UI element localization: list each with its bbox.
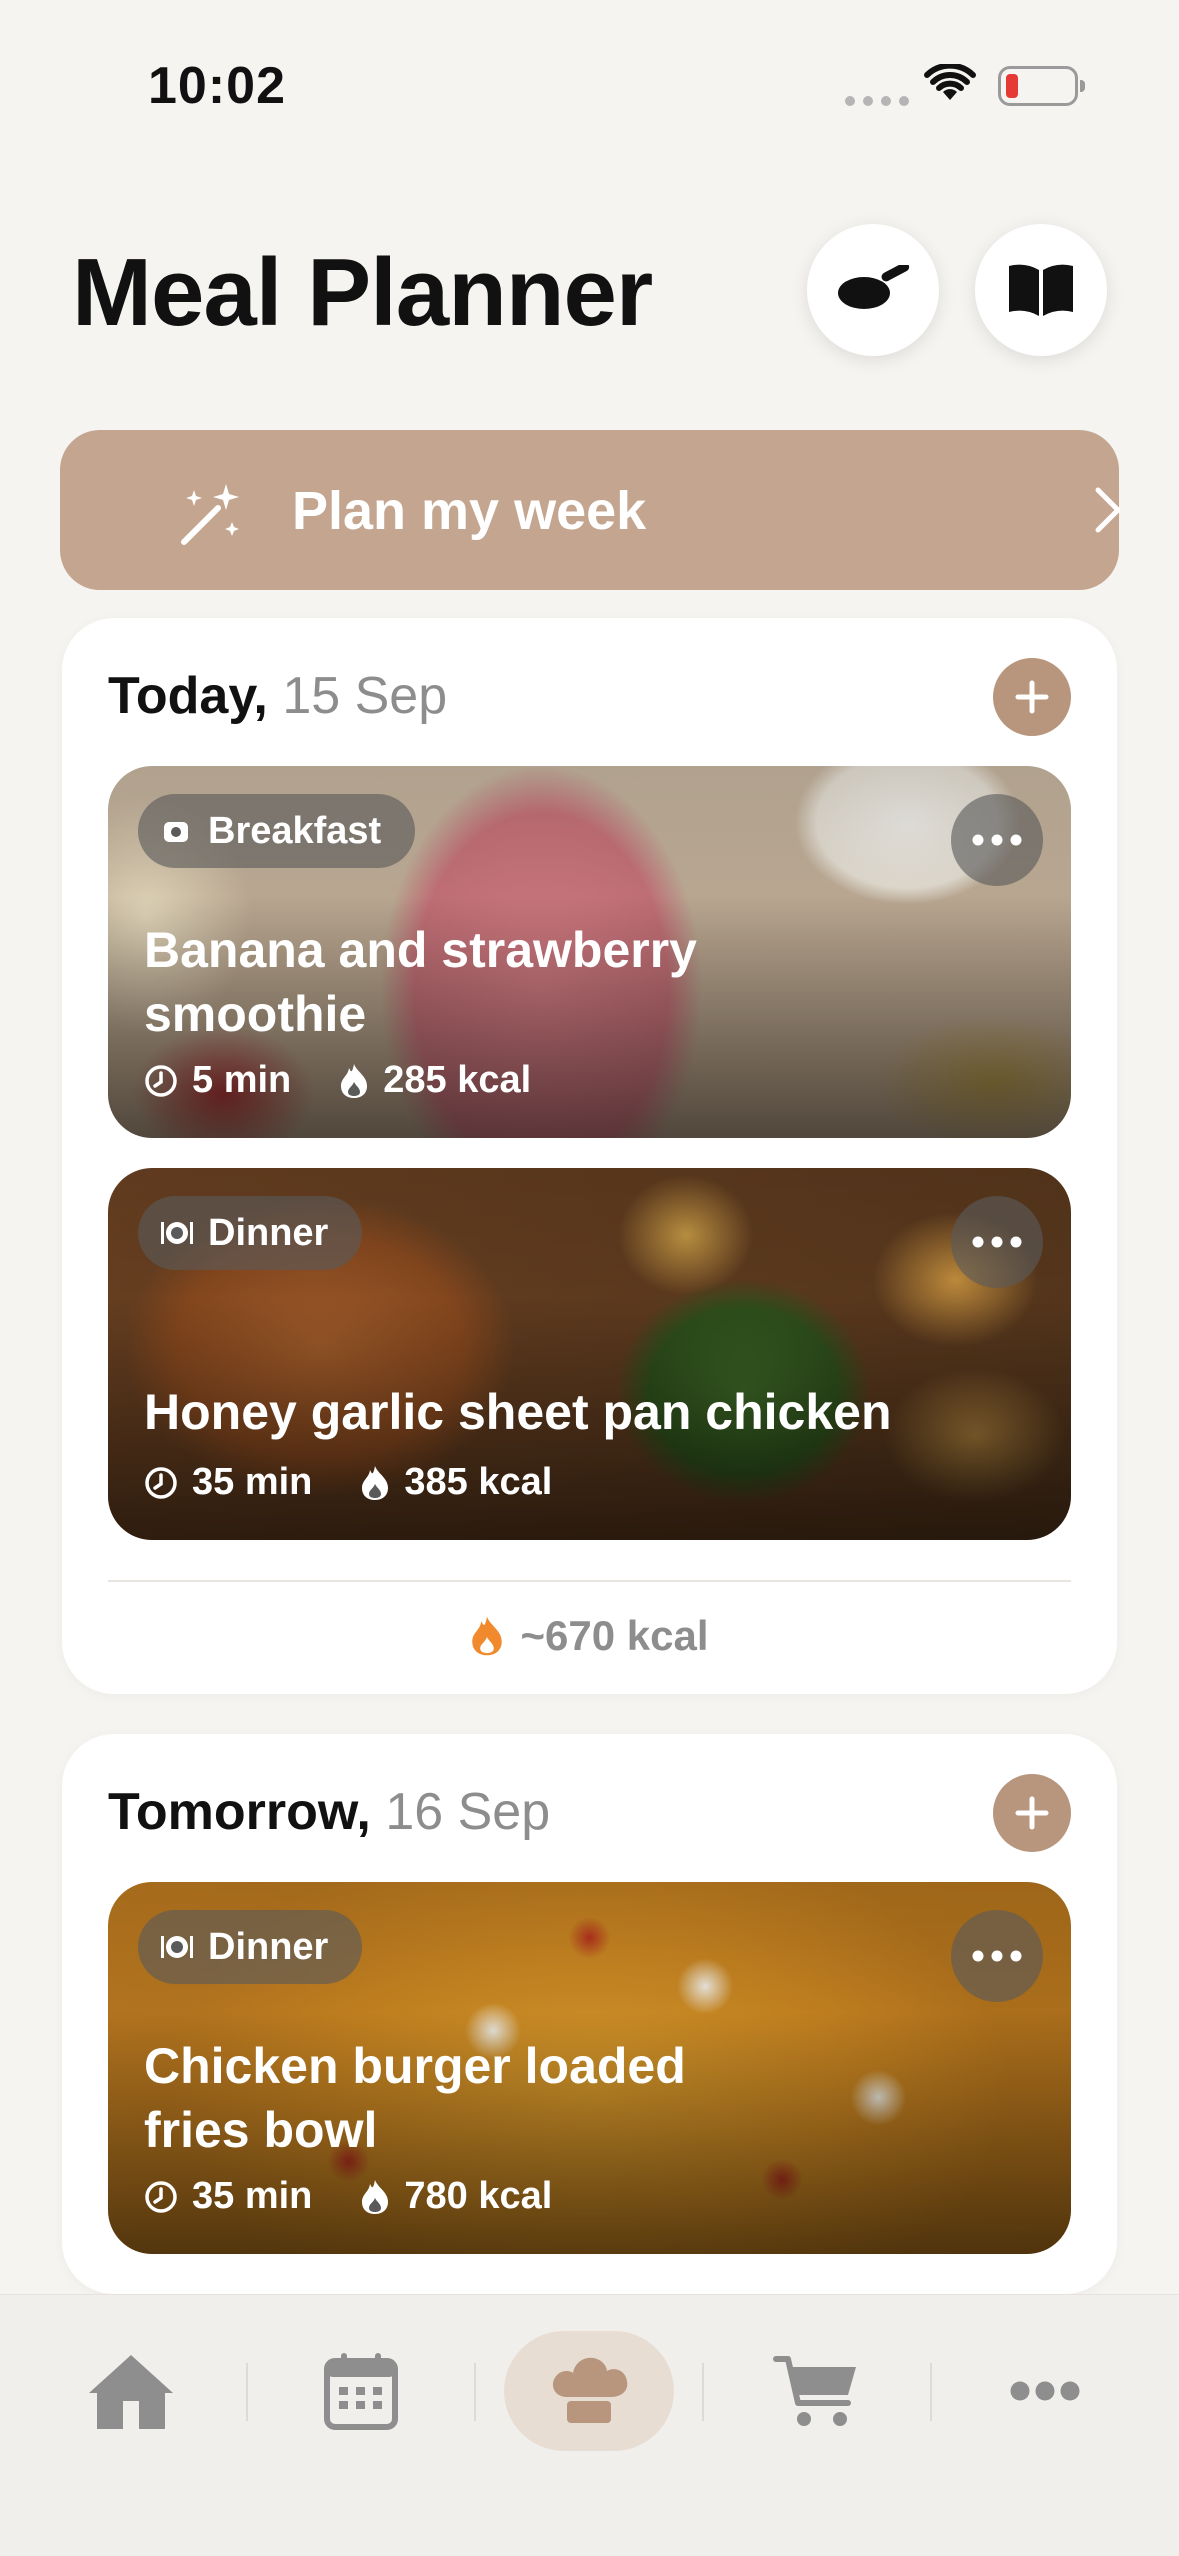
day-label: Today, (108, 667, 268, 725)
meal-type-label: Breakfast (208, 809, 382, 852)
meal-type-tag: Dinner (138, 1910, 363, 1984)
more-icon (1010, 2381, 1080, 2401)
cellular-signal-icon (845, 96, 909, 106)
meal-card[interactable]: Dinner Chicken burger loaded fries bowl … (108, 1882, 1071, 2254)
plan-my-week-label: Plan my week (292, 481, 647, 541)
battery-icon (998, 66, 1085, 106)
status-bar: 10:02 (0, 0, 1179, 170)
meal-time: 35 min (192, 2175, 313, 2217)
day-date: 16 Sep (385, 1783, 551, 1841)
tab-separator (930, 2363, 932, 2421)
meal-meta: 5 min 285 kcal (144, 1059, 531, 1102)
daily-total: ~670 kcal (62, 1612, 1117, 1660)
meal-time: 35 min (192, 1461, 313, 1503)
add-meal-button[interactable] (993, 1774, 1071, 1852)
pantry-button[interactable] (807, 224, 939, 356)
tab-shopping[interactable] (732, 2331, 902, 2451)
tab-separator (246, 2363, 248, 2421)
clock-icon (145, 1064, 177, 1097)
flame-icon (362, 1465, 389, 1500)
page-title: Meal Planner (72, 239, 653, 346)
more-options-button[interactable] (951, 1196, 1043, 1288)
day-label: Tomorrow, (108, 1783, 371, 1841)
home-icon (89, 2355, 173, 2429)
meal-title: Banana and strawberry smoothie (144, 922, 697, 1042)
flame-icon (341, 1063, 368, 1098)
tab-bar (0, 2294, 1179, 2556)
meal-meta: 35 min 780 kcal (144, 2175, 552, 2218)
day-heading: Tomorrow, 16 Sep (108, 1782, 550, 1842)
cart-icon (773, 2356, 856, 2426)
chef-hat-icon (552, 2357, 628, 2423)
ellipsis-icon (972, 834, 1022, 846)
more-options-button[interactable] (951, 794, 1043, 886)
tab-recipes[interactable] (504, 2331, 674, 2451)
plus-icon (1015, 680, 1049, 714)
meal-time: 5 min (192, 1059, 292, 1101)
dinner-plate-icon (161, 1936, 193, 1958)
add-meal-button[interactable] (993, 658, 1071, 736)
meal-kcal: 780 kcal (404, 2175, 553, 2217)
meal-card[interactable]: Breakfast Banana and strawberry smoothie… (108, 766, 1071, 1138)
meal-kcal: 285 kcal (383, 1059, 532, 1101)
open-book-icon (1009, 264, 1073, 316)
tab-calendar[interactable] (276, 2331, 446, 2451)
tab-separator (474, 2363, 476, 2421)
meal-type-tag: Breakfast (138, 794, 416, 868)
meal-card[interactable]: Dinner Honey garlic sheet pan chicken 35… (108, 1168, 1071, 1540)
chevron-right-icon (1095, 487, 1121, 533)
day-card-tomorrow: Tomorrow, 16 Sep Dinner Chicken burger l… (62, 1734, 1117, 2294)
day-card-today: Today, 15 Sep Breakfast Banana and straw… (62, 618, 1117, 1694)
meal-type-tag: Dinner (138, 1196, 363, 1270)
magic-wand-icon (181, 484, 239, 545)
meal-kcal: 385 kcal (404, 1461, 553, 1503)
tab-home[interactable] (46, 2331, 216, 2451)
flame-icon (472, 1616, 503, 1656)
breakfast-icon (164, 822, 188, 842)
divider (108, 1580, 1071, 1582)
status-time: 10:02 (148, 57, 286, 115)
recipe-book-button[interactable] (975, 224, 1107, 356)
meal-meta: 35 min 385 kcal (144, 1461, 552, 1504)
plan-my-week-button[interactable]: Plan my week (60, 430, 1121, 590)
meal-type-label: Dinner (208, 1211, 329, 1254)
wifi-icon (924, 64, 976, 100)
frying-pan-icon (838, 265, 910, 309)
ellipsis-icon (972, 1236, 1022, 1248)
day-heading: Today, 15 Sep (108, 666, 447, 726)
dinner-plate-icon (161, 1222, 193, 1244)
meal-title: Chicken burger loaded fries bowl (144, 2038, 686, 2158)
clock-icon (145, 2180, 177, 2213)
flame-icon (362, 2179, 389, 2214)
day-date: 15 Sep (282, 667, 448, 725)
tab-separator (702, 2363, 704, 2421)
meal-title: Honey garlic sheet pan chicken (144, 1384, 892, 1440)
clock-icon (145, 1466, 177, 1499)
plus-icon (1015, 1796, 1049, 1830)
more-options-button[interactable] (951, 1910, 1043, 2002)
meal-type-label: Dinner (208, 1925, 329, 1968)
ellipsis-icon (972, 1950, 1022, 1962)
daily-total-kcal: ~670 kcal (520, 1612, 709, 1659)
tab-more[interactable] (960, 2331, 1130, 2451)
calendar-icon (324, 2353, 398, 2430)
